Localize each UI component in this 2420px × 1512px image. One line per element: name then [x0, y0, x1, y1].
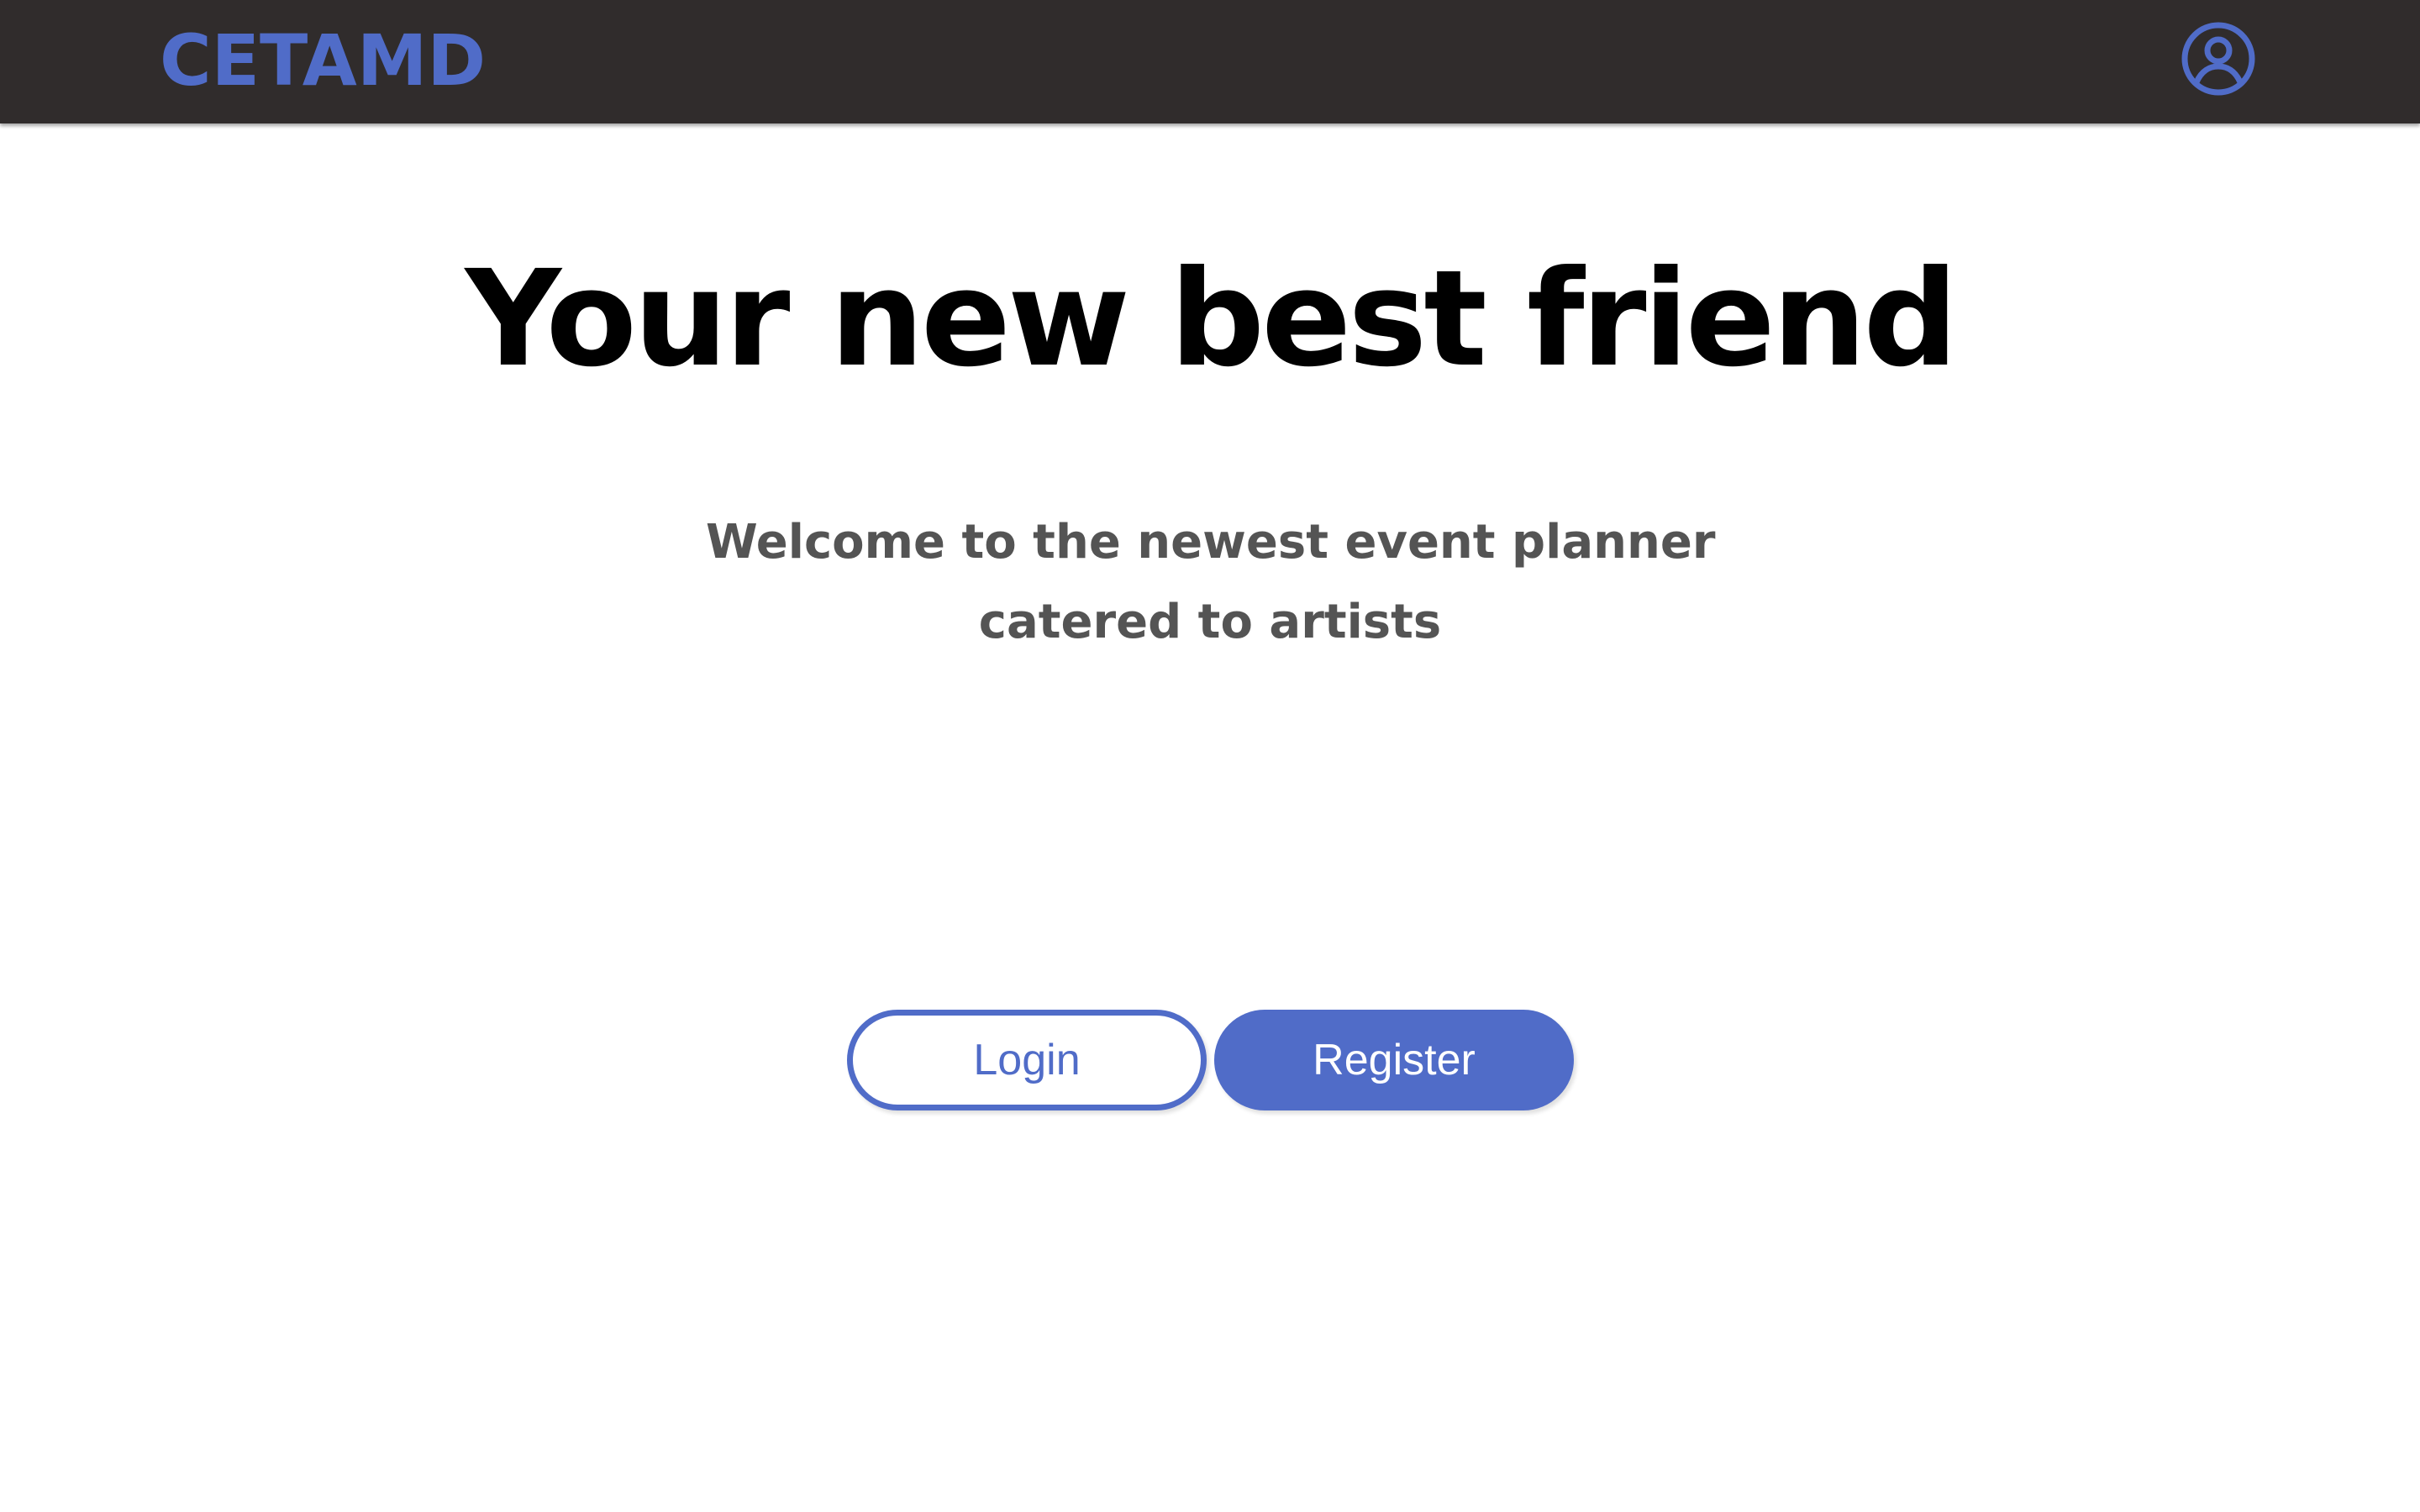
- register-button[interactable]: Register: [1214, 1010, 1574, 1110]
- user-profile-icon[interactable]: [2180, 20, 2257, 97]
- login-button[interactable]: Login: [847, 1010, 1207, 1110]
- top-navbar: CETAMD: [0, 0, 2420, 123]
- brand-logo[interactable]: CETAMD: [160, 18, 486, 102]
- hero-subtitle: Welcome to the newest event planner cate…: [706, 502, 1716, 662]
- hero-title: Your new best friend: [465, 242, 1959, 396]
- hero-subtitle-line-1: Welcome to the newest event planner: [706, 515, 1716, 570]
- user-circle-icon: [2181, 22, 2255, 96]
- hero-subtitle-line-2: catered to artists: [978, 595, 1442, 649]
